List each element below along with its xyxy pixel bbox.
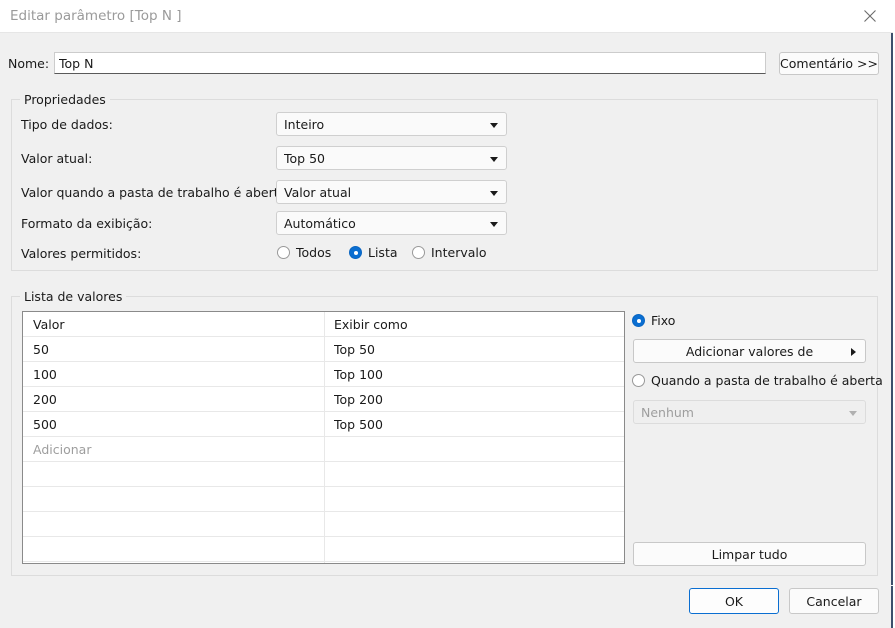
display-format-dropdown[interactable]: Automático [276,211,507,235]
footer-separator [0,585,893,586]
table-row[interactable]: 500 Top 500 [23,412,624,437]
radio-allowed-todos[interactable]: Todos [277,245,331,260]
data-type-dropdown[interactable]: Inteiro [276,112,507,136]
table-header-row: Valor Exibir como [23,312,624,337]
column-divider [324,412,325,436]
cell-valor: 200 [33,392,57,407]
column-divider [324,512,325,536]
close-icon[interactable] [853,2,887,30]
cell-valor [33,537,323,562]
column-divider [324,437,325,461]
current-value-dropdown[interactable]: Top 50 [276,146,507,170]
data-type-label: Tipo de dados: [21,117,113,132]
cell-exibir-como [334,437,614,462]
chevron-down-icon [490,157,498,162]
edit-parameter-dialog: Editar parâmetro [Top N ] Nome: Comentár… [0,0,893,628]
properties-group-title: Propriedades [20,92,110,107]
cell-valor: 500 [33,417,57,432]
column-divider [324,337,325,361]
dialog-titlebar: Editar parâmetro [Top N ] [0,0,893,33]
table-row[interactable] [23,537,624,562]
cell-valor [33,462,323,487]
clear-all-label: Limpar tudo [711,546,788,562]
table-row[interactable] [23,562,624,563]
cell-valor [33,487,323,512]
cell-exibir-como [334,562,614,563]
cell-valor: Adicionar [33,442,92,457]
radio-allowed-intervalo[interactable]: Intervalo [412,245,487,260]
table-row[interactable]: 50 Top 50 [23,337,624,362]
radio-source-fixo[interactable]: Fixo [632,313,675,328]
chevron-down-icon [849,411,857,416]
column-divider [324,362,325,386]
clear-all-button[interactable]: Limpar tudo [633,542,866,566]
cell-exibir-como: Top 500 [334,417,383,432]
radio-source-workbook-open-label: Quando a pasta de trabalho é aberta [651,373,883,388]
radio-dot-icon [632,314,645,327]
cell-exibir-como [334,462,614,487]
cell-exibir-como: Top 200 [334,392,383,407]
column-divider [324,537,325,561]
radio-allowed-todos-label: Todos [296,245,332,260]
cell-exibir-como: Top 50 [334,342,375,357]
column-header-exibir-como: Exibir como [334,317,408,332]
display-format-value: Automático [284,216,356,231]
column-divider [324,562,325,563]
parameter-name-input[interactable] [54,52,766,74]
value-list-group-title: Lista de valores [20,289,127,304]
workbook-open-value-dropdown[interactable]: Valor atual [276,180,507,204]
chevron-right-icon [851,348,856,356]
comment-button[interactable]: Comentário >> [779,52,879,75]
cell-valor: 100 [33,367,57,382]
column-header-valor: Valor [33,317,65,332]
column-divider [324,462,325,486]
column-divider [324,312,325,336]
background-window-edge [891,0,893,628]
cancel-button[interactable]: Cancelar [789,588,879,614]
ok-button[interactable]: OK [689,588,779,614]
cell-exibir-como [334,537,614,562]
radio-dot-icon [277,246,290,259]
radio-allowed-lista[interactable]: Lista [349,245,398,260]
allowed-values-label: Valores permitidos: [21,246,142,261]
data-type-value: Inteiro [284,117,325,132]
source-dropdown-value: Nenhum [641,405,694,420]
cell-exibir-como: Top 100 [334,367,383,382]
radio-allowed-intervalo-label: Intervalo [431,245,487,260]
table-row[interactable] [23,512,624,537]
cell-valor: 50 [33,342,49,357]
workbook-open-value-label: Valor quando a pasta de trabalho é abert… [21,185,291,200]
column-divider [324,387,325,411]
table-row[interactable]: Adicionar [23,437,624,462]
radio-dot-icon [632,374,645,387]
radio-source-fixo-label: Fixo [651,313,676,328]
chevron-down-icon [490,222,498,227]
chevron-down-icon [490,191,498,196]
radio-dot-icon [349,246,362,259]
column-divider [324,487,325,511]
value-list-table-body: Valor Exibir como 50 Top 50 100 Top 100 200 Top… [23,312,624,563]
radio-dot-icon [412,246,425,259]
table-row[interactable] [23,462,624,487]
dialog-title: Editar parâmetro [Top N ] [10,8,182,24]
add-values-from-label: Adicionar valores de [685,343,814,359]
name-label: Nome: [8,56,50,71]
source-dropdown[interactable]: Nenhum [633,400,866,424]
cell-valor [33,512,323,537]
value-list-table[interactable]: Valor Exibir como 50 Top 50 100 Top 100 200 Top… [22,311,625,564]
chevron-down-icon [490,123,498,128]
cell-valor [33,562,323,563]
table-row[interactable]: 200 Top 200 [23,387,624,412]
workbook-open-value-value: Valor atual [284,185,352,200]
radio-allowed-lista-label: Lista [368,245,398,260]
table-row[interactable]: 100 Top 100 [23,362,624,387]
current-value-label: Valor atual: [21,151,93,166]
radio-source-workbook-open[interactable]: Quando a pasta de trabalho é aberta [632,373,883,388]
cell-exibir-como [334,512,614,537]
add-values-from-button[interactable]: Adicionar valores de [633,339,866,363]
display-format-label: Formato da exibição: [21,216,153,231]
table-row[interactable] [23,487,624,512]
current-value-value: Top 50 [284,151,325,166]
cell-exibir-como [334,487,614,512]
